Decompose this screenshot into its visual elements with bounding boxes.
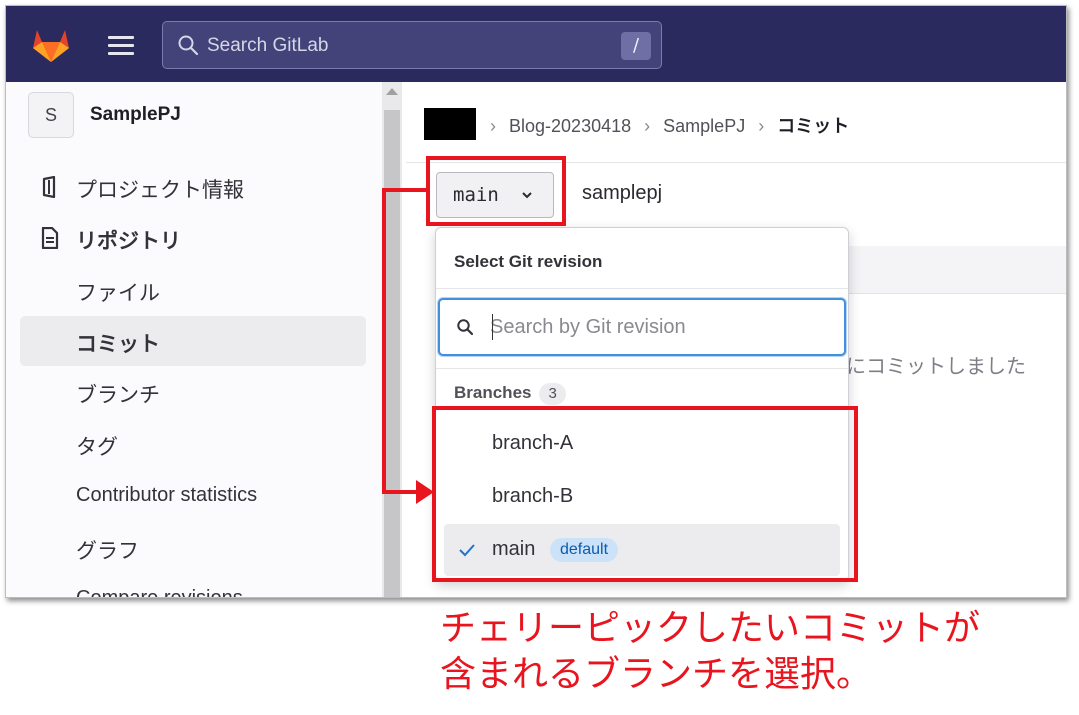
search-icon: [178, 35, 199, 56]
branches-heading: Branches 3: [454, 383, 566, 405]
sidebar-item-label: タグ: [76, 435, 118, 459]
commit-message-text: にコミットしました: [846, 354, 1026, 378]
branches-heading-label: Branches: [454, 383, 532, 402]
breadcrumb-project[interactable]: SamplePJ: [663, 116, 745, 136]
sidebar-item-label: ブランチ: [76, 383, 160, 407]
sidebar-item-label: Compare revisions: [76, 587, 243, 598]
sidebar-item-label: グラフ: [76, 539, 139, 563]
annotation-caption: チェリーピックしたいコミットが 含まれるブランチを選択。: [440, 606, 1060, 698]
branches-count-badge: 3: [539, 383, 566, 405]
sidebar-item-compare-revisions[interactable]: Compare revisions: [20, 575, 366, 598]
sidebar-item-label: ファイル: [76, 281, 160, 305]
scroll-up-arrow-icon[interactable]: [386, 88, 398, 95]
repository-document-icon: [41, 227, 59, 249]
breadcrumb-group[interactable]: Blog-20230418: [509, 116, 631, 136]
revision-search-input[interactable]: [490, 312, 830, 342]
text-caret: [492, 314, 493, 340]
project-sidebar: S SamplePJ プロジェクト情報 リポジトリ ファイル コミット ブランチ: [6, 82, 402, 598]
sidebar-item-label: コミット: [76, 332, 160, 356]
breadcrumb-separator-icon: ›: [490, 116, 496, 136]
annotation-highlight-branch-list: [432, 406, 858, 582]
breadcrumb: › Blog-20230418 › SamplePJ › コミット: [482, 112, 849, 138]
annotation-arrow-icon: [382, 188, 434, 504]
global-search-box[interactable]: Search GitLab /: [162, 21, 662, 69]
annotation-line-1: チェリーピックしたいコミットが: [440, 608, 981, 649]
hamburger-menu-icon[interactable]: [108, 36, 134, 56]
sidebar-item-project-info[interactable]: プロジェクト情報: [20, 162, 366, 212]
gitlab-tanuki-icon[interactable]: [30, 24, 72, 66]
screenshot-frame: Search GitLab / S SamplePJ プロジェクト情報 リポジト…: [5, 5, 1067, 598]
sidebar-item-branches[interactable]: ブランチ: [20, 367, 366, 417]
annotation-line-2: 含まれるブランチを選択。: [440, 654, 873, 695]
sidebar-item-contributor-statistics[interactable]: Contributor statistics: [20, 472, 366, 522]
redacted-group-name: [424, 108, 476, 140]
sidebar-item-label: Contributor statistics: [76, 484, 258, 506]
divider: [436, 368, 848, 369]
sidebar-item-commits[interactable]: コミット: [20, 316, 366, 366]
repository-path[interactable]: samplepj: [582, 182, 662, 205]
sidebar-item-repository[interactable]: リポジトリ: [20, 213, 366, 263]
sidebar-item-label: プロジェクト情報: [76, 178, 244, 202]
commit-list-header: [846, 246, 1066, 294]
sidebar-item-tags[interactable]: タグ: [20, 419, 366, 469]
search-icon: [457, 319, 474, 336]
breadcrumb-current[interactable]: コミット: [777, 116, 849, 137]
project-info-icon: [42, 176, 56, 198]
project-avatar[interactable]: S: [28, 92, 74, 138]
sidebar-item-label: リポジトリ: [76, 229, 181, 253]
search-shortcut-key: /: [621, 32, 651, 60]
sidebar-item-graph[interactable]: グラフ: [20, 523, 366, 573]
sidebar-item-files[interactable]: ファイル: [20, 265, 366, 315]
revision-search-box[interactable]: [438, 298, 846, 356]
breadcrumb-separator-icon: ›: [758, 116, 765, 136]
dropdown-title: Select Git revision: [454, 252, 603, 271]
project-name[interactable]: SamplePJ: [90, 104, 181, 126]
divider: [436, 288, 848, 289]
breadcrumb-separator-icon: ›: [644, 116, 651, 136]
global-search-placeholder: Search GitLab: [207, 35, 329, 56]
top-navigation-bar: Search GitLab /: [6, 6, 1066, 82]
